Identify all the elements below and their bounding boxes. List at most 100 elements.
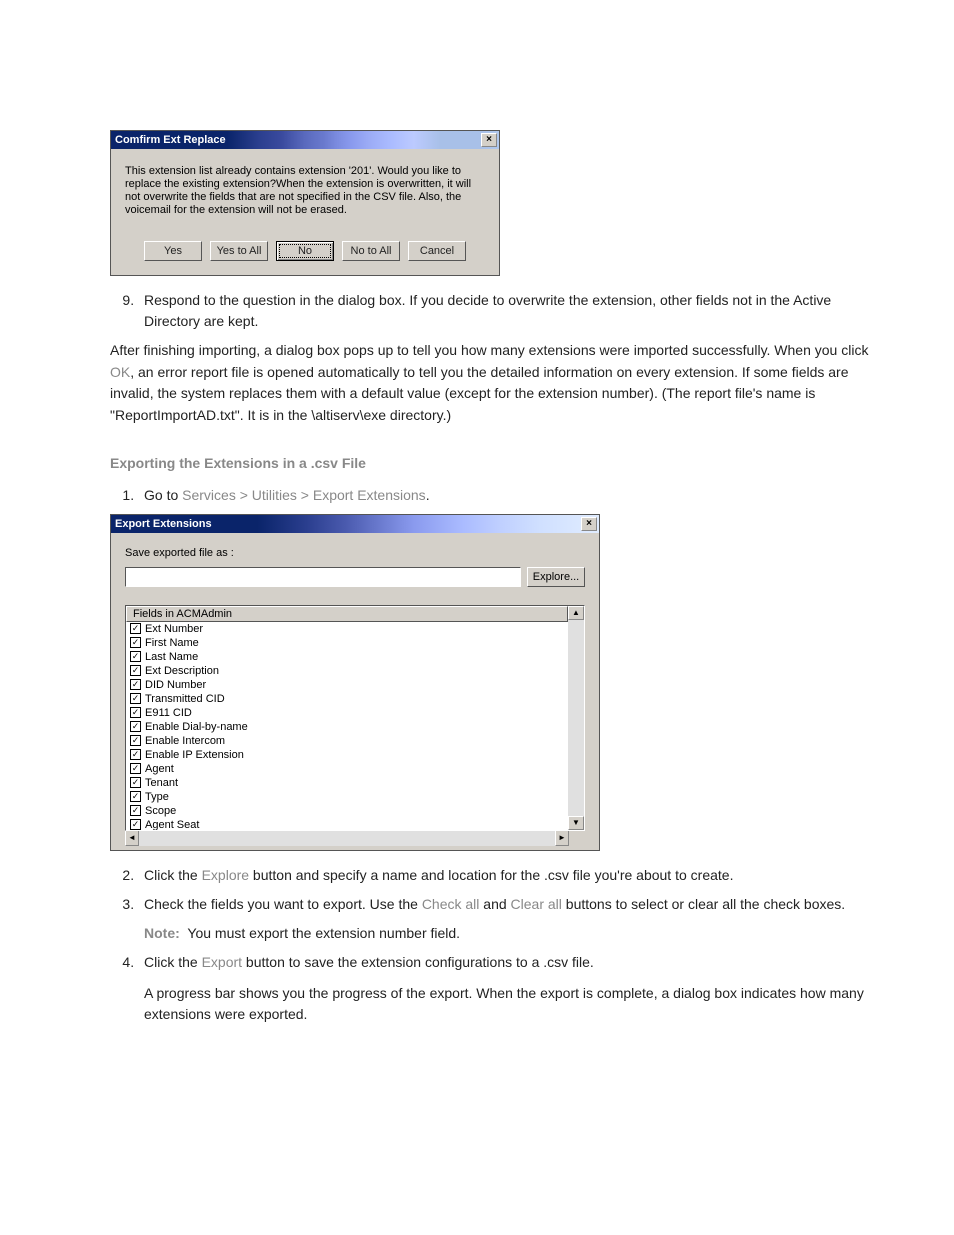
scroll-left-icon[interactable]: ◄ <box>125 830 139 846</box>
checkbox-icon[interactable]: ✓ <box>130 791 141 802</box>
checkbox-icon[interactable]: ✓ <box>130 623 141 634</box>
save-as-label: Save exported file as : <box>125 547 585 559</box>
scroll-right-icon[interactable]: ► <box>555 830 569 846</box>
list-item-label: Last Name <box>145 651 198 663</box>
step-2-ref: Explore <box>202 867 249 883</box>
list-header[interactable]: Fields in ACMAdmin <box>126 606 568 622</box>
list-item[interactable]: ✓ Type <box>126 790 568 804</box>
cancel-button[interactable]: Cancel <box>408 241 466 261</box>
list-item[interactable]: ✓ Ext Number <box>126 622 568 636</box>
list-item[interactable]: ✓ Scope <box>126 804 568 818</box>
list-item-label: Scope <box>145 805 176 817</box>
step-3-mid: and <box>479 896 510 912</box>
list-item[interactable]: ✓ Agent Seat <box>126 818 568 830</box>
note-text: You must export the extension number fie… <box>187 925 460 941</box>
list-item[interactable]: ✓ E911 CID <box>126 706 568 720</box>
horizontal-scrollbar[interactable]: ◄ ► <box>125 830 585 846</box>
no-button[interactable]: No <box>276 241 334 261</box>
dialog-title: Comfirm Ext Replace <box>115 134 481 146</box>
list-item-label: Agent Seat <box>145 819 199 830</box>
explore-button[interactable]: Explore... <box>527 567 585 587</box>
no-all-button[interactable]: No to All <box>342 241 400 261</box>
list-item-label: Enable Dial-by-name <box>145 721 248 733</box>
step-2-post: button and specify a name and location f… <box>249 867 733 883</box>
checkbox-icon[interactable]: ✓ <box>130 735 141 746</box>
step-list-9: Respond to the question in the dialog bo… <box>110 290 869 332</box>
list-item-label: DID Number <box>145 679 206 691</box>
list-item[interactable]: ✓ Last Name <box>126 650 568 664</box>
list-item-label: Agent <box>145 763 174 775</box>
list-item-label: Ext Description <box>145 665 219 677</box>
list-item-label: E911 CID <box>145 707 192 719</box>
yes-all-button[interactable]: Yes to All <box>210 241 268 261</box>
step-3: Check the fields you want to export. Use… <box>138 894 869 944</box>
checkbox-icon[interactable]: ✓ <box>130 707 141 718</box>
scroll-track[interactable] <box>568 620 584 816</box>
step-4: Click the Export button to save the exte… <box>138 952 869 1026</box>
checkbox-icon[interactable]: ✓ <box>130 651 141 662</box>
step-2: Click the Explore button and specify a n… <box>138 865 869 886</box>
step-2-pre: Click the <box>144 867 202 883</box>
scroll-corner <box>569 830 585 846</box>
scroll-down-icon[interactable]: ▼ <box>568 816 584 830</box>
export-step-list-2: Click the Explore button and specify a n… <box>110 865 869 1026</box>
export-titlebar: Export Extensions × <box>111 515 599 533</box>
after-import-paragraph: After finishing importing, a dialog box … <box>110 340 869 427</box>
checkbox-icon[interactable]: ✓ <box>130 749 141 760</box>
step-1-pre: Go to <box>144 487 182 503</box>
list-item-label: Ext Number <box>145 623 203 635</box>
checkbox-icon[interactable]: ✓ <box>130 819 141 830</box>
step-3-ref1: Check all <box>422 896 480 912</box>
save-path-input[interactable] <box>125 567 521 587</box>
list-item[interactable]: ✓ Tenant <box>126 776 568 790</box>
step-4-pre: Click the <box>144 954 202 970</box>
step-3-post: buttons to select or clear all the check… <box>562 896 845 912</box>
note-label: Note: <box>144 925 180 941</box>
list-item-label: Enable IP Extension <box>145 749 244 761</box>
after-import-pre: After finishing importing, a dialog box … <box>110 342 868 358</box>
checkbox-icon[interactable]: ✓ <box>130 693 141 704</box>
list-item-label: Enable Intercom <box>145 735 225 747</box>
list-item[interactable]: ✓ Ext Description <box>126 664 568 678</box>
list-item[interactable]: ✓ First Name <box>126 636 568 650</box>
dialog-titlebar: Comfirm Ext Replace × <box>111 131 499 149</box>
step-3-pre: Check the fields you want to export. Use… <box>144 896 422 912</box>
section-title: Exporting the Extensions in a .csv File <box>110 455 869 471</box>
step-4-ref: Export <box>202 954 242 970</box>
step-4-extra-paragraph: A progress bar shows you the progress of… <box>144 983 869 1026</box>
checkbox-icon[interactable]: ✓ <box>130 805 141 816</box>
list-item[interactable]: ✓ Enable Dial-by-name <box>126 720 568 734</box>
list-item[interactable]: ✓ Enable IP Extension <box>126 748 568 762</box>
checkbox-icon[interactable]: ✓ <box>130 777 141 788</box>
list-item-label: First Name <box>145 637 199 649</box>
ok-ref: OK <box>110 364 130 380</box>
checkbox-icon[interactable]: ✓ <box>130 665 141 676</box>
vertical-scrollbar[interactable]: ▲ ▼ <box>568 606 584 830</box>
dialog-message: This extension list already contains ext… <box>111 149 499 235</box>
export-extensions-dialog: Export Extensions × Save exported file a… <box>110 514 600 851</box>
list-item-label: Type <box>145 791 169 803</box>
checkbox-icon[interactable]: ✓ <box>130 679 141 690</box>
step-9-text: Respond to the question in the dialog bo… <box>138 290 869 332</box>
checkbox-icon[interactable]: ✓ <box>130 763 141 774</box>
dialog-button-row: Yes Yes to All No No to All Cancel <box>111 235 499 275</box>
after-import-tail: , an error report file is opened automat… <box>110 364 849 423</box>
close-icon[interactable]: × <box>481 133 497 147</box>
list-item[interactable]: ✓ Enable Intercom <box>126 734 568 748</box>
yes-button[interactable]: Yes <box>144 241 202 261</box>
scroll-up-icon[interactable]: ▲ <box>568 606 584 620</box>
step-1: Go to Services > Utilities > Export Exte… <box>138 485 869 506</box>
confirm-ext-replace-dialog: Comfirm Ext Replace × This extension lis… <box>110 130 500 276</box>
close-icon[interactable]: × <box>581 517 597 531</box>
list-item[interactable]: ✓ DID Number <box>126 678 568 692</box>
checkbox-icon[interactable]: ✓ <box>130 637 141 648</box>
list-item[interactable]: ✓Transmitted CID <box>126 692 568 706</box>
list-item-label: Tenant <box>145 777 178 789</box>
step-4-post: button to save the extension configurati… <box>242 954 594 970</box>
scroll-track-h[interactable] <box>139 830 555 846</box>
checkbox-icon[interactable]: ✓ <box>130 721 141 732</box>
step-1-ref: Services > Utilities > Export Extensions <box>182 487 426 503</box>
list-item[interactable]: ✓ Agent <box>126 762 568 776</box>
fields-listview: Fields in ACMAdmin ✓ Ext Number ✓ First Nam… <box>125 605 585 831</box>
step-1-post: . <box>426 487 430 503</box>
